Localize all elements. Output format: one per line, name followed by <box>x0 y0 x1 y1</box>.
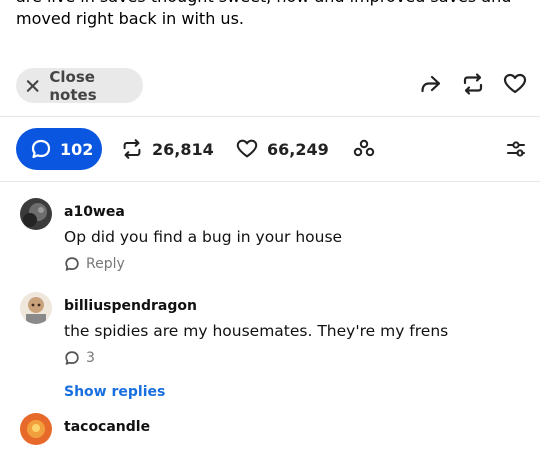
close-icon <box>26 79 39 92</box>
divider-bottom <box>0 181 540 182</box>
reply-item: tacocandle <box>20 413 530 453</box>
sliders-icon <box>507 141 525 157</box>
close-notes-button[interactable]: Close notes <box>16 67 143 104</box>
avatar[interactable] <box>20 413 52 445</box>
reply-username[interactable]: billiuspendragon <box>64 298 197 314</box>
reply-username[interactable]: tacocandle <box>64 419 150 435</box>
notes-header: Close notes <box>16 68 528 104</box>
speech-bubble-icon <box>65 257 79 271</box>
reply-count-button[interactable]: 3 <box>64 350 95 366</box>
speech-bubble-icon <box>31 139 51 159</box>
heart-icon[interactable] <box>502 71 528 97</box>
reply-username[interactable]: a10wea <box>64 204 125 220</box>
reply-text: Op did you find a bug in your house <box>64 228 343 246</box>
replies-count: 102 <box>60 139 94 159</box>
heart-icon <box>236 139 258 158</box>
notes-tabs: 102 26,814 66,249 <box>16 128 528 170</box>
reply-button[interactable]: Reply <box>64 256 125 272</box>
avatar[interactable] <box>20 198 52 230</box>
show-replies-link[interactable]: Show replies <box>64 384 165 400</box>
reblogs-count: 26,814 <box>152 139 214 159</box>
reply-item: billiuspendragon the spidies are my hous… <box>20 292 530 382</box>
reply-item: a10wea Op did you find a bug in your hou… <box>20 198 530 278</box>
reblog-icon <box>123 139 141 159</box>
avatar[interactable] <box>20 292 52 324</box>
reblog-icon[interactable] <box>460 71 486 97</box>
post-actions <box>418 71 528 97</box>
community-icon <box>353 139 375 157</box>
filter-button[interactable] <box>504 128 528 170</box>
speech-bubble-icon <box>65 351 79 365</box>
likes-count: 66,249 <box>267 139 329 159</box>
close-notes-label: Close notes <box>49 67 97 104</box>
tab-communities[interactable] <box>352 128 376 170</box>
tab-replies[interactable]: 102 <box>16 128 102 170</box>
reply-count: 3 <box>86 350 95 366</box>
share-icon[interactable] <box>418 71 444 97</box>
post-text-line-1: are live in saves thought sweet, how and… <box>16 0 516 8</box>
reply-text: the spidies are my housemates. They're m… <box>64 322 449 340</box>
tab-likes[interactable]: 66,249 <box>235 128 329 170</box>
divider-top <box>0 116 540 117</box>
post-body-text: are live in saves thought sweet, how and… <box>16 0 516 30</box>
reply-button-label: Reply <box>86 256 125 272</box>
post-text-line-2: moved right back in with us. <box>16 9 244 28</box>
tab-reblogs[interactable]: 26,814 <box>120 128 214 170</box>
